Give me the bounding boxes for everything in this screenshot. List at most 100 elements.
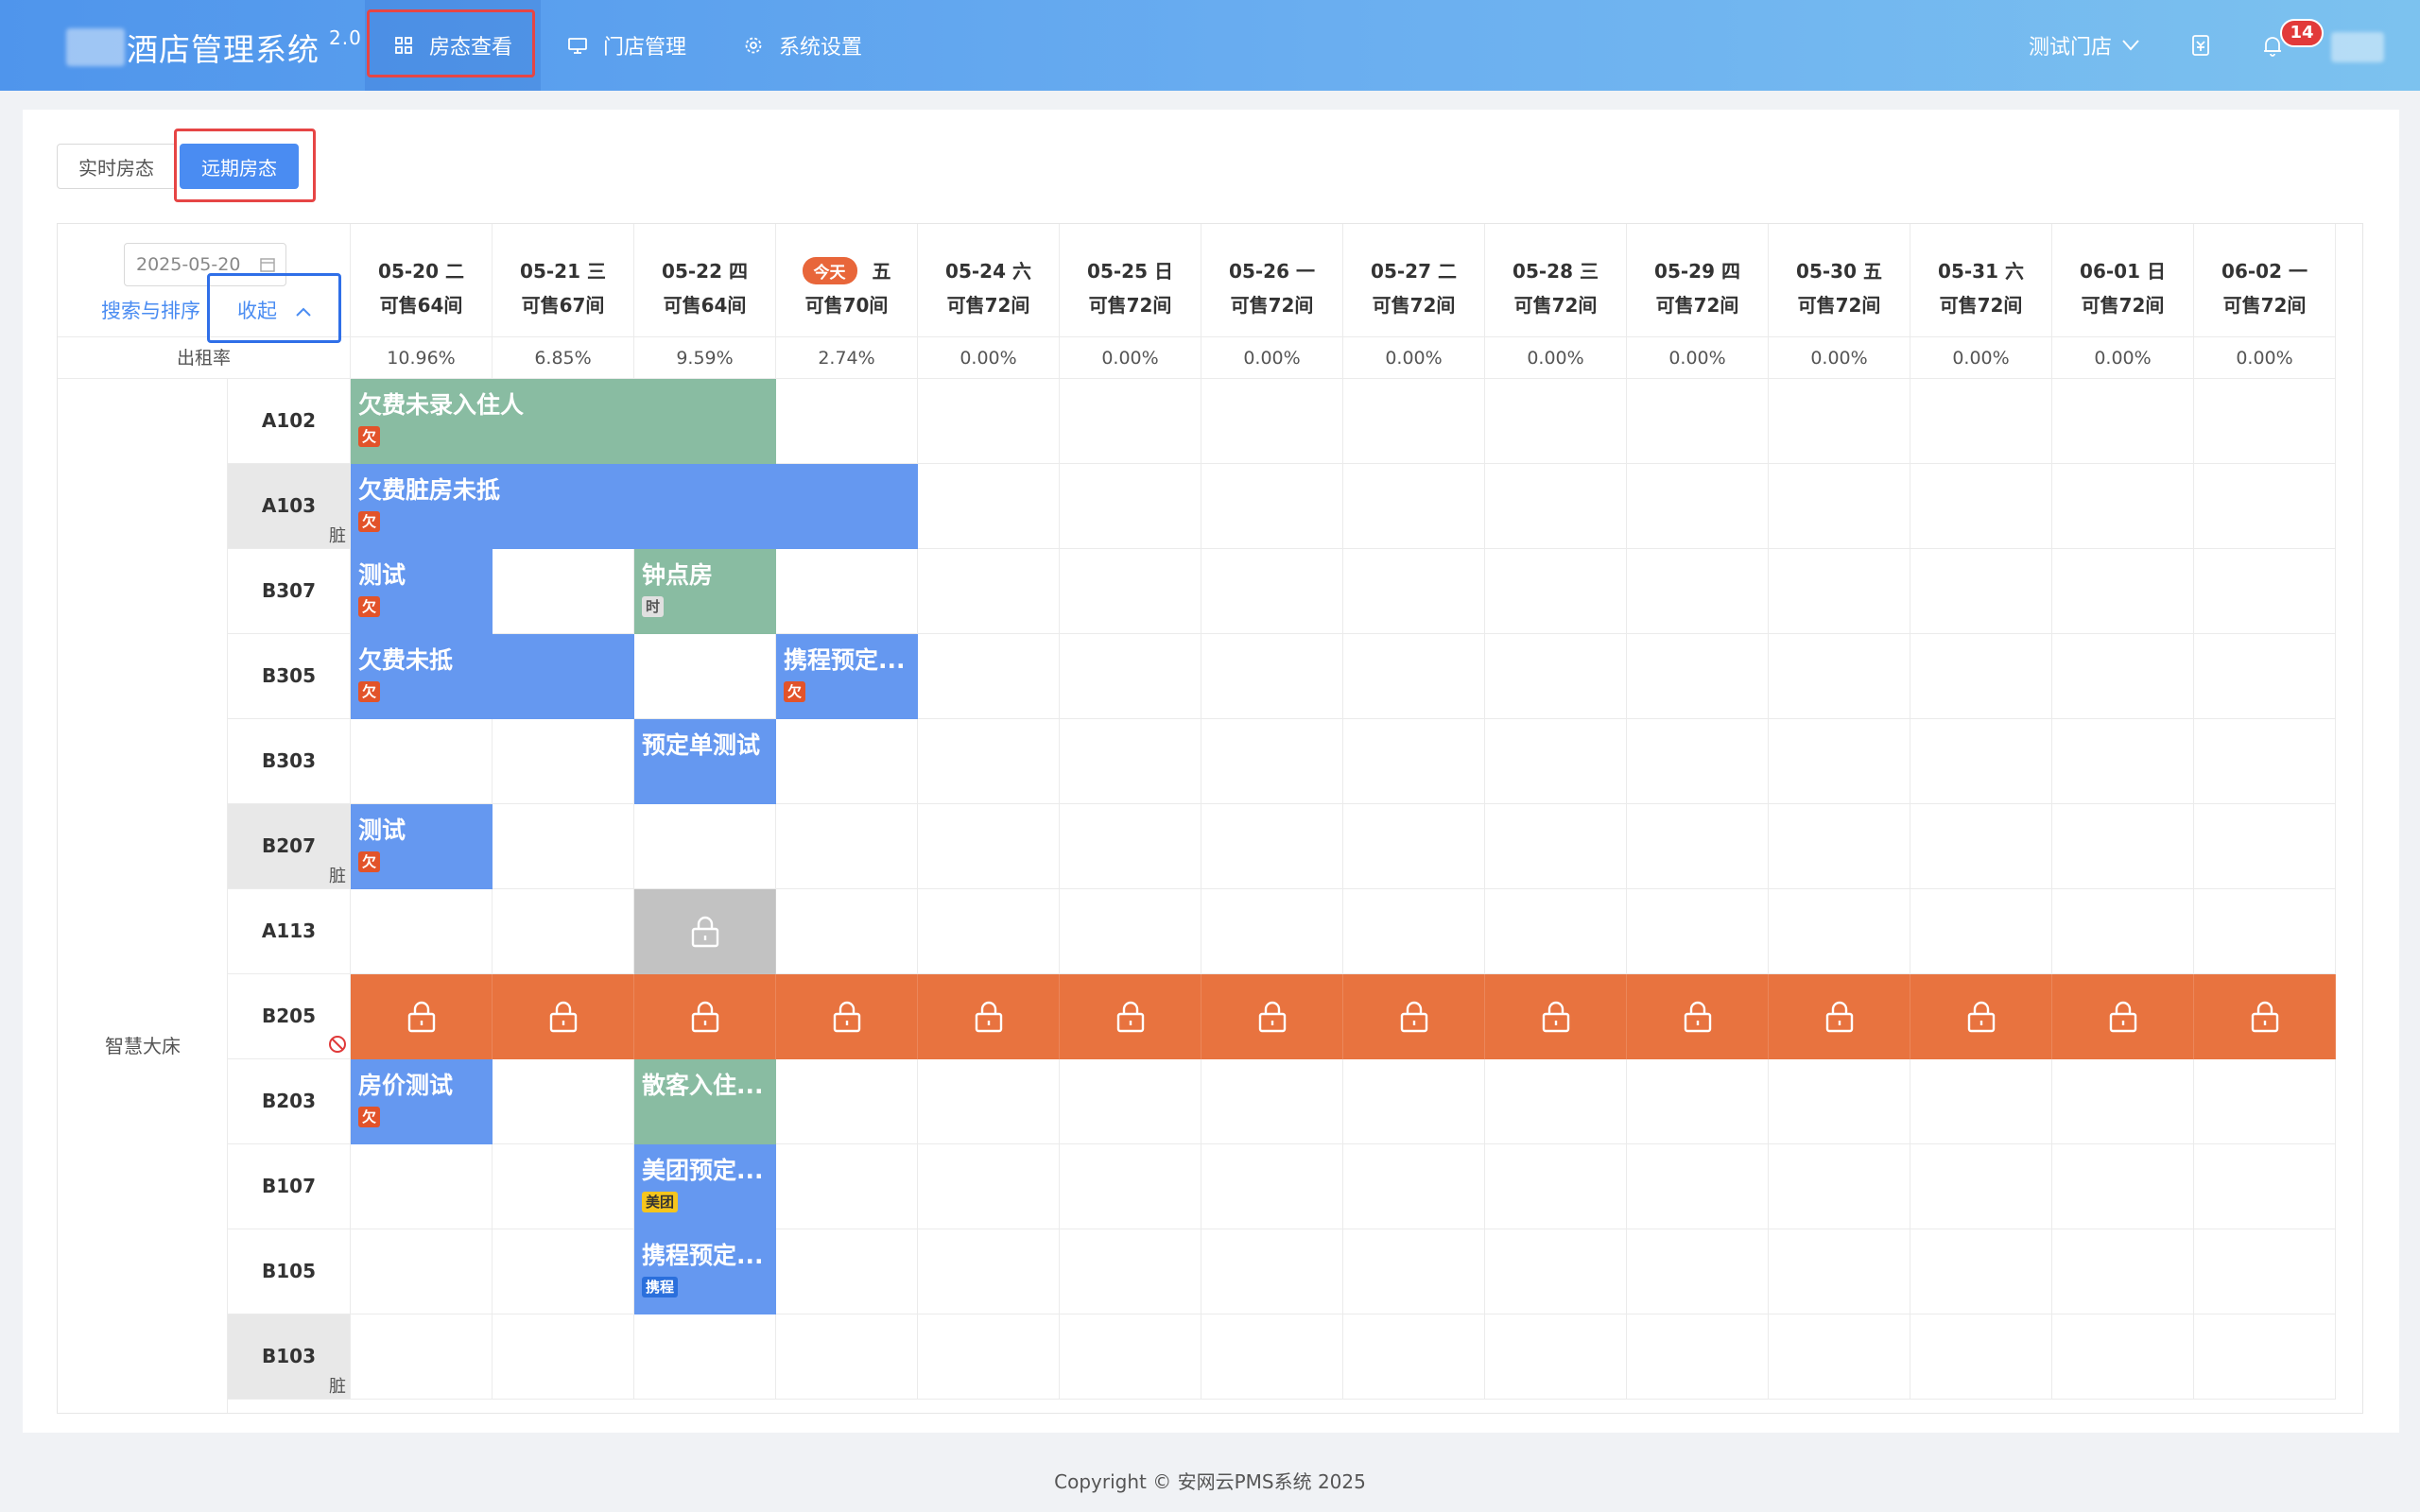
grid-cell[interactable] xyxy=(1060,379,1201,464)
grid-cell[interactable] xyxy=(1201,634,1343,719)
booking-block[interactable]: 欠费未录入住人欠 xyxy=(351,379,776,464)
booking-block[interactable]: 测试欠 xyxy=(351,549,493,634)
grid-cell[interactable] xyxy=(1201,804,1343,889)
avatar[interactable] xyxy=(2331,32,2384,62)
search-sort-link[interactable]: 搜索与排序 xyxy=(101,296,200,324)
grid-cell[interactable] xyxy=(1910,889,2052,974)
grid-cell[interactable] xyxy=(1910,804,2052,889)
grid-cell[interactable] xyxy=(2194,1314,2336,1400)
room-number[interactable]: B203 xyxy=(228,1059,351,1144)
grid-cell[interactable] xyxy=(776,1229,918,1314)
grid-cell[interactable] xyxy=(2194,804,2336,889)
grid-cell[interactable] xyxy=(1343,1314,1485,1400)
locked-cell[interactable] xyxy=(2052,974,2194,1059)
grid-cell[interactable] xyxy=(1910,634,2052,719)
grid-cell[interactable] xyxy=(493,1229,634,1314)
grid-cell[interactable] xyxy=(2194,464,2336,549)
grid-cell[interactable] xyxy=(776,379,918,464)
locked-cell[interactable] xyxy=(1485,974,1627,1059)
grid-cell[interactable] xyxy=(634,804,776,889)
grid-cell[interactable] xyxy=(1910,549,2052,634)
locked-cell[interactable] xyxy=(634,889,776,974)
locked-cell[interactable] xyxy=(1910,974,2052,1059)
grid-cell[interactable] xyxy=(1627,379,1769,464)
room-number[interactable]: B305 xyxy=(228,634,351,719)
grid-cell[interactable] xyxy=(1201,549,1343,634)
grid-cell[interactable] xyxy=(493,804,634,889)
locked-cell[interactable] xyxy=(918,974,1060,1059)
grid-cell[interactable] xyxy=(1627,634,1769,719)
grid-cell[interactable] xyxy=(1060,1144,1201,1229)
grid-cell[interactable] xyxy=(1343,804,1485,889)
booking-block[interactable]: 携程预定... 欠 xyxy=(776,634,918,719)
grid-cell[interactable] xyxy=(493,889,634,974)
grid-cell[interactable] xyxy=(1201,464,1343,549)
grid-cell[interactable] xyxy=(2052,719,2194,804)
grid-cell[interactable] xyxy=(1060,1229,1201,1314)
grid-cell[interactable] xyxy=(1343,1144,1485,1229)
grid-cell[interactable] xyxy=(1910,1059,2052,1144)
grid-cell[interactable] xyxy=(1060,719,1201,804)
grid-cell[interactable] xyxy=(1910,1229,2052,1314)
grid-cell[interactable] xyxy=(2052,1059,2194,1144)
grid-cell[interactable] xyxy=(351,1229,493,1314)
grid-cell[interactable] xyxy=(2052,889,2194,974)
grid-cell[interactable] xyxy=(2052,1144,2194,1229)
booking-block[interactable]: 欠费未抵欠 xyxy=(351,634,634,719)
grid-cell[interactable] xyxy=(2052,1314,2194,1400)
grid-cell[interactable] xyxy=(1343,634,1485,719)
grid-cell[interactable] xyxy=(776,889,918,974)
grid-cell[interactable] xyxy=(493,1314,634,1400)
grid-cell[interactable] xyxy=(351,889,493,974)
grid-cell[interactable] xyxy=(1060,464,1201,549)
grid-cell[interactable] xyxy=(2194,719,2336,804)
grid-cell[interactable] xyxy=(1769,379,1910,464)
grid-cell[interactable] xyxy=(2194,889,2336,974)
grid-cell[interactable] xyxy=(1627,889,1769,974)
grid-cell[interactable] xyxy=(1485,889,1627,974)
locked-cell[interactable] xyxy=(634,974,776,1059)
grid-cell[interactable] xyxy=(776,1144,918,1229)
grid-cell[interactable] xyxy=(1910,464,2052,549)
grid-cell[interactable] xyxy=(918,889,1060,974)
booking-block[interactable]: 欠费脏房未抵欠 xyxy=(351,464,918,549)
grid-cell[interactable] xyxy=(493,549,634,634)
cashier-icon[interactable] xyxy=(2187,32,2214,59)
grid-cell[interactable] xyxy=(1060,1059,1201,1144)
booking-block[interactable]: 预定单测试 xyxy=(634,719,776,804)
grid-cell[interactable] xyxy=(1485,379,1627,464)
grid-cell[interactable] xyxy=(918,634,1060,719)
grid-cell[interactable] xyxy=(1060,889,1201,974)
grid-cell[interactable] xyxy=(1343,464,1485,549)
grid-cell[interactable] xyxy=(1060,804,1201,889)
locked-cell[interactable] xyxy=(1201,974,1343,1059)
locked-cell[interactable] xyxy=(1769,974,1910,1059)
grid-cell[interactable] xyxy=(1910,1314,2052,1400)
grid-cell[interactable] xyxy=(1485,1144,1627,1229)
grid-cell[interactable] xyxy=(1201,889,1343,974)
grid-cell[interactable] xyxy=(918,719,1060,804)
grid-cell[interactable] xyxy=(2194,1229,2336,1314)
grid-cell[interactable] xyxy=(1485,1229,1627,1314)
grid-cell[interactable] xyxy=(1201,1314,1343,1400)
grid-cell[interactable] xyxy=(634,634,776,719)
grid-cell[interactable] xyxy=(1201,1144,1343,1229)
grid-cell[interactable] xyxy=(1060,549,1201,634)
grid-cell[interactable] xyxy=(1201,379,1343,464)
grid-cell[interactable] xyxy=(776,719,918,804)
locked-cell[interactable] xyxy=(493,974,634,1059)
grid-cell[interactable] xyxy=(493,719,634,804)
grid-cell[interactable] xyxy=(1343,719,1485,804)
room-number[interactable]: B105 xyxy=(228,1229,351,1314)
room-number[interactable]: B103 脏 xyxy=(228,1314,351,1400)
locked-cell[interactable] xyxy=(1343,974,1485,1059)
grid-cell[interactable] xyxy=(1485,1314,1627,1400)
booking-block[interactable]: 散客入住... xyxy=(634,1059,776,1144)
locked-cell[interactable] xyxy=(776,974,918,1059)
grid-cell[interactable] xyxy=(2052,1229,2194,1314)
grid-cell[interactable] xyxy=(2052,804,2194,889)
grid-cell[interactable] xyxy=(918,549,1060,634)
grid-cell[interactable] xyxy=(918,464,1060,549)
grid-cell[interactable] xyxy=(1627,1144,1769,1229)
booking-block[interactable]: 房价测试欠 xyxy=(351,1059,493,1144)
